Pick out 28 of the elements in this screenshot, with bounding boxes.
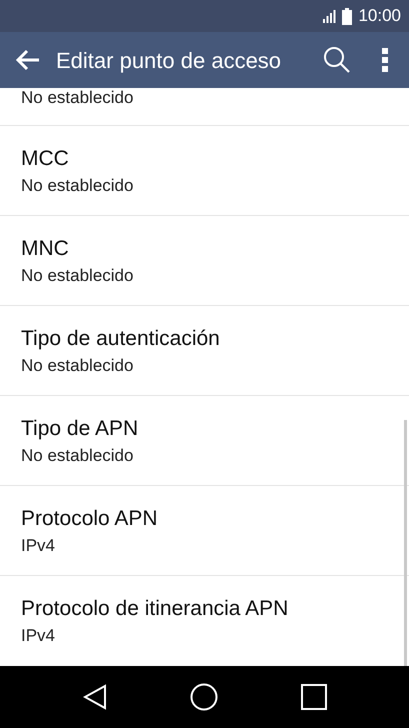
item-title: Tipo de APN [21,416,140,442]
search-icon [323,46,351,74]
list-item[interactable]: MNC No establecido [0,216,409,306]
battery-icon [342,8,352,24]
item-value: IPv4 [21,536,56,556]
item-title: MNC [21,236,70,262]
list-item[interactable]: MCC No establecido [0,126,409,216]
back-arrow-icon [15,49,41,71]
item-title: Protocolo APN [21,506,159,532]
square-icon [301,684,328,710]
item-value: No establecido [21,446,134,466]
item-value: No establecido [21,266,134,286]
list-item[interactable]: Protocolo de itinerancia APN IPv4 [0,576,409,666]
item-title: Tipo de autenticación [21,326,221,352]
item-title: MCC [21,146,70,172]
item-value: No establecido [21,356,134,376]
item-title: Protocolo de itinerancia APN [21,596,290,622]
list-item[interactable]: Tipo de autenticación No establecido [0,306,409,396]
item-value: No establecido [21,88,134,108]
signal-icon [322,9,336,23]
circle-icon [190,683,218,711]
item-value: IPv4 [21,626,56,646]
window-title: Editar punto de acceso [56,46,282,75]
more-icon [382,48,388,72]
clock: 10:00 [358,5,401,28]
item-value: No establecido [21,176,134,196]
triangle-icon [82,684,107,710]
list-item[interactable]: No establecido [0,88,409,126]
